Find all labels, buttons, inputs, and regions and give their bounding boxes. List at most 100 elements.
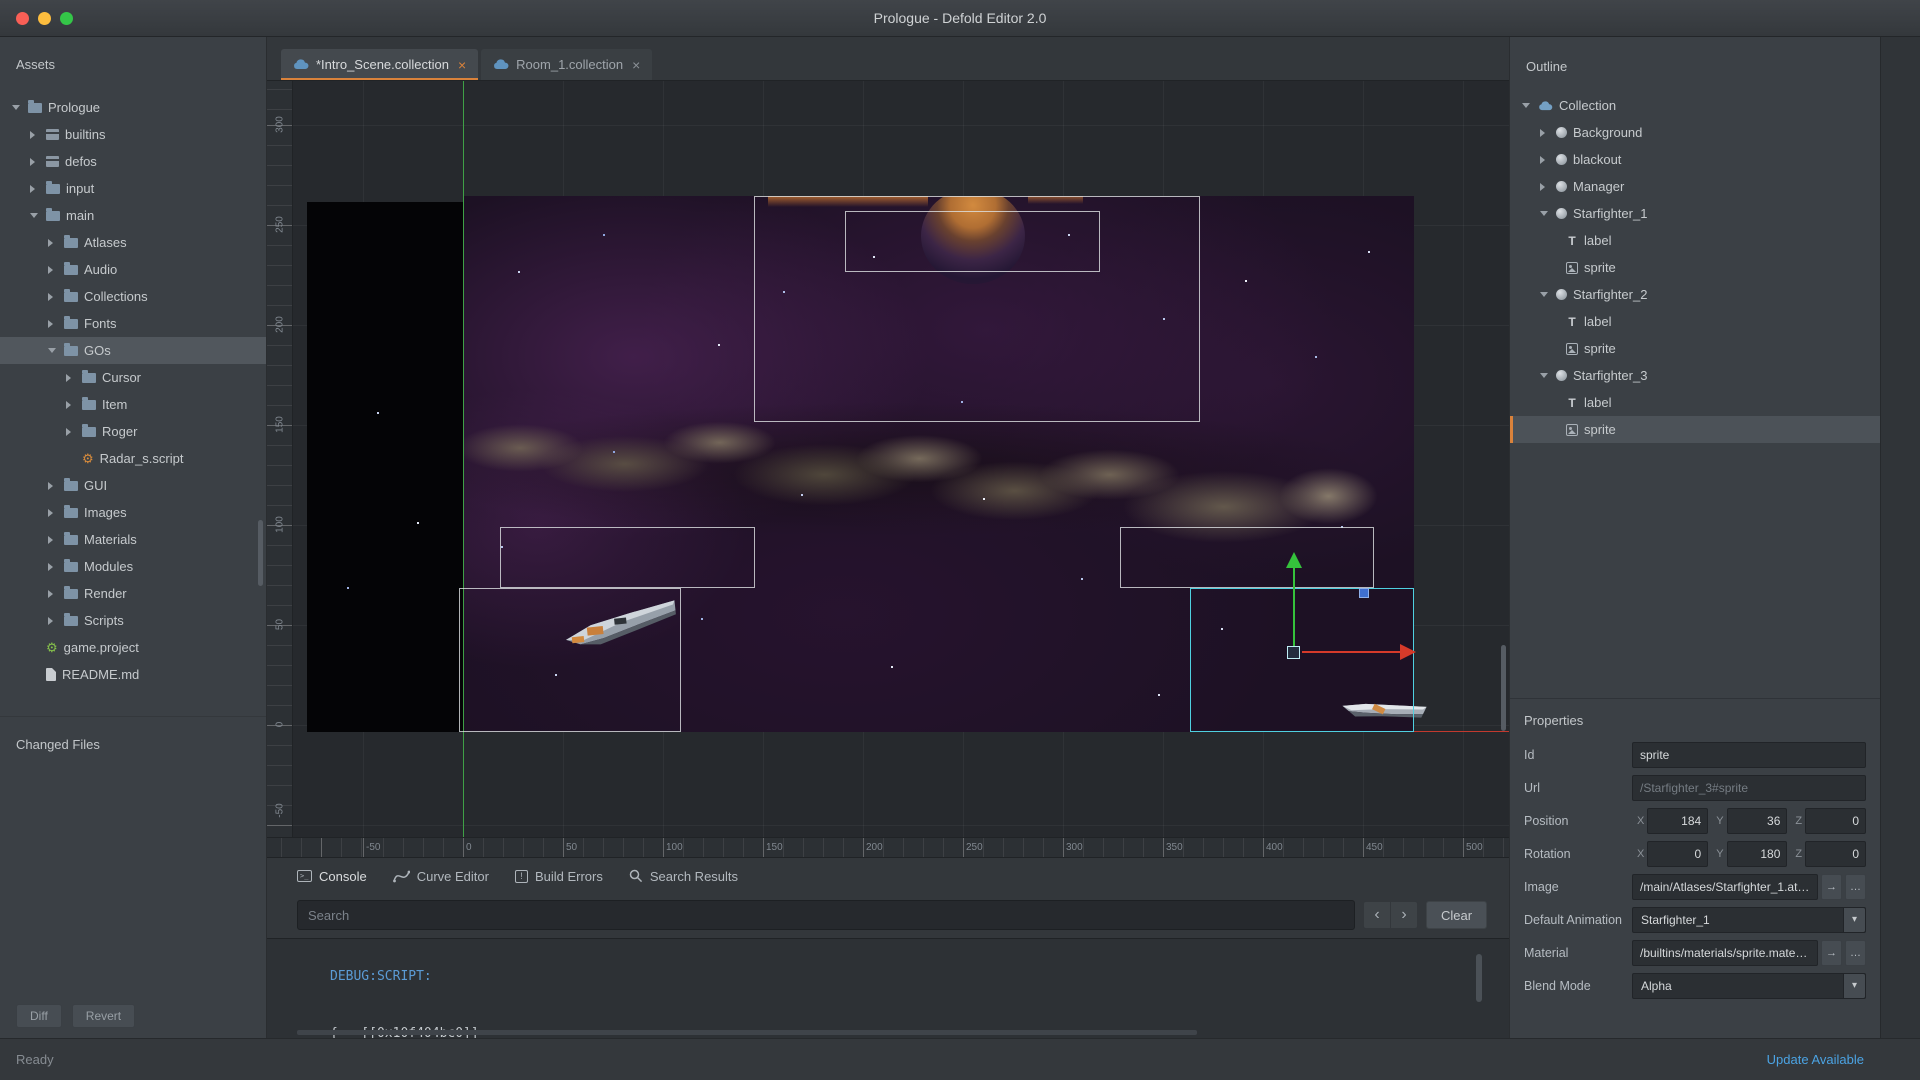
tab-room-1[interactable]: Room_1.collection × bbox=[481, 49, 652, 80]
chevron-down-icon[interactable]: ▾ bbox=[1843, 908, 1865, 932]
expand-arrow-icon[interactable] bbox=[30, 213, 40, 218]
gizmo-x-arrow-icon[interactable] bbox=[1400, 644, 1416, 660]
clear-button[interactable]: Clear bbox=[1426, 901, 1487, 929]
outline-item-starfighter-3[interactable]: Starfighter_3 bbox=[1510, 362, 1880, 389]
outline-item-sprite[interactable]: sprite bbox=[1510, 254, 1880, 281]
object-bounds-right[interactable] bbox=[1120, 527, 1374, 588]
outline-item-blackout[interactable]: blackout bbox=[1510, 146, 1880, 173]
asset-item-main[interactable]: main bbox=[0, 202, 266, 229]
selected-object-bounds[interactable] bbox=[1190, 588, 1414, 732]
asset-item-game-project[interactable]: ⚙game.project bbox=[0, 634, 266, 661]
update-available-link[interactable]: Update Available bbox=[1767, 1052, 1864, 1067]
close-window-button[interactable] bbox=[16, 12, 29, 25]
rotation-x-field[interactable] bbox=[1647, 841, 1708, 867]
outline-item-label[interactable]: Tlabel bbox=[1510, 227, 1880, 254]
rotation-z-field[interactable] bbox=[1805, 841, 1866, 867]
asset-item-modules[interactable]: Modules bbox=[0, 553, 266, 580]
expand-arrow-icon[interactable] bbox=[48, 348, 58, 353]
expand-arrow-icon[interactable] bbox=[48, 293, 58, 301]
browse-resource-button[interactable]: … bbox=[1845, 940, 1866, 966]
console-horizontal-scrollbar[interactable] bbox=[297, 1030, 1197, 1035]
expand-arrow-icon[interactable] bbox=[48, 239, 58, 247]
expand-arrow-icon[interactable] bbox=[48, 482, 58, 490]
blend-mode-select[interactable]: Alpha ▾ bbox=[1632, 973, 1866, 999]
expand-arrow-icon[interactable] bbox=[48, 320, 58, 328]
outline-item-starfighter-2[interactable]: Starfighter_2 bbox=[1510, 281, 1880, 308]
asset-item-images[interactable]: Images bbox=[0, 499, 266, 526]
scene-viewport[interactable]: 300 250 200 150 100 50 0 -50 -50 0 50 10… bbox=[267, 81, 1509, 857]
expand-arrow-icon[interactable] bbox=[48, 266, 58, 274]
asset-item-item[interactable]: Item bbox=[0, 391, 266, 418]
tab-build-errors[interactable]: Build Errors bbox=[515, 869, 603, 884]
tab-console[interactable]: Console bbox=[297, 869, 367, 884]
asset-item-defos[interactable]: defos bbox=[0, 148, 266, 175]
outline-item-background[interactable]: Background bbox=[1510, 119, 1880, 146]
expand-arrow-icon[interactable] bbox=[66, 401, 76, 409]
search-prev-button[interactable]: ‹ bbox=[1363, 901, 1391, 929]
browse-resource-button[interactable]: … bbox=[1845, 874, 1866, 900]
asset-item-fonts[interactable]: Fonts bbox=[0, 310, 266, 337]
search-next-button[interactable]: › bbox=[1390, 901, 1418, 929]
close-tab-icon[interactable]: × bbox=[458, 57, 466, 73]
expand-arrow-icon[interactable] bbox=[48, 563, 58, 571]
tab-intro-scene[interactable]: *Intro_Scene.collection × bbox=[281, 49, 478, 80]
gizmo-y-axis-handle[interactable] bbox=[1293, 568, 1295, 646]
outline-item-starfighter-1[interactable]: Starfighter_1 bbox=[1510, 200, 1880, 227]
console-output[interactable]: DEBUG:SCRIPT: { --[[0x10f404bc0]] 1 = ha… bbox=[267, 938, 1509, 1038]
minimize-window-button[interactable] bbox=[38, 12, 51, 25]
diff-button[interactable]: Diff bbox=[16, 1004, 62, 1028]
default-animation-select[interactable]: Starfighter_1 ▾ bbox=[1632, 907, 1866, 933]
open-resource-button[interactable]: → bbox=[1821, 874, 1842, 900]
expand-arrow-icon[interactable] bbox=[1540, 292, 1550, 297]
asset-item-collections[interactable]: Collections bbox=[0, 283, 266, 310]
expand-arrow-icon[interactable] bbox=[48, 617, 58, 625]
position-x-field[interactable] bbox=[1647, 808, 1708, 834]
asset-item-gui[interactable]: GUI bbox=[0, 472, 266, 499]
outline-item-sprite-selected[interactable]: sprite bbox=[1510, 416, 1880, 443]
viewport-scrollbar[interactable] bbox=[1501, 645, 1506, 731]
zoom-window-button[interactable] bbox=[60, 12, 73, 25]
expand-arrow-icon[interactable] bbox=[66, 374, 76, 382]
expand-arrow-icon[interactable] bbox=[1522, 103, 1532, 108]
search-input[interactable] bbox=[297, 900, 1355, 930]
asset-item-gos[interactable]: GOs bbox=[0, 337, 266, 364]
expand-arrow-icon[interactable] bbox=[1540, 373, 1550, 378]
gizmo-x-axis-handle[interactable] bbox=[1302, 651, 1400, 653]
expand-arrow-icon[interactable] bbox=[1540, 183, 1550, 191]
expand-arrow-icon[interactable] bbox=[12, 105, 22, 110]
outline-item-manager[interactable]: Manager bbox=[1510, 173, 1880, 200]
asset-item-audio[interactable]: Audio bbox=[0, 256, 266, 283]
asset-item-prologue[interactable]: Prologue bbox=[0, 94, 266, 121]
asset-item-materials[interactable]: Materials bbox=[0, 526, 266, 553]
outline-item-collection[interactable]: Collection bbox=[1510, 92, 1880, 119]
position-y-field[interactable] bbox=[1727, 808, 1788, 834]
expand-arrow-icon[interactable] bbox=[1540, 129, 1550, 137]
asset-item-roger[interactable]: Roger bbox=[0, 418, 266, 445]
gizmo-origin-handle[interactable] bbox=[1287, 646, 1300, 659]
close-tab-icon[interactable]: × bbox=[632, 57, 640, 73]
tab-curve-editor[interactable]: Curve Editor bbox=[393, 869, 489, 884]
revert-button[interactable]: Revert bbox=[72, 1004, 135, 1028]
object-bounds-planet[interactable] bbox=[845, 211, 1100, 272]
expand-arrow-icon[interactable] bbox=[1540, 211, 1550, 216]
asset-item-cursor[interactable]: Cursor bbox=[0, 364, 266, 391]
scene-blackout-region[interactable] bbox=[307, 202, 463, 732]
assets-scrollbar[interactable] bbox=[258, 520, 263, 586]
outline-item-sprite[interactable]: sprite bbox=[1510, 335, 1880, 362]
gizmo-y-arrow-icon[interactable] bbox=[1286, 552, 1302, 568]
expand-arrow-icon[interactable] bbox=[48, 509, 58, 517]
id-field[interactable] bbox=[1632, 742, 1866, 768]
outline-item-label[interactable]: Tlabel bbox=[1510, 389, 1880, 416]
open-resource-button[interactable]: → bbox=[1821, 940, 1842, 966]
sprite-anchor-handle[interactable] bbox=[1359, 588, 1369, 598]
expand-arrow-icon[interactable] bbox=[48, 536, 58, 544]
outline-item-label[interactable]: Tlabel bbox=[1510, 308, 1880, 335]
console-vertical-scrollbar[interactable] bbox=[1476, 954, 1482, 1002]
image-field[interactable] bbox=[1632, 874, 1818, 900]
asset-item-render[interactable]: Render bbox=[0, 580, 266, 607]
asset-item-atlases[interactable]: Atlases bbox=[0, 229, 266, 256]
position-z-field[interactable] bbox=[1805, 808, 1866, 834]
asset-item-scripts[interactable]: Scripts bbox=[0, 607, 266, 634]
asset-item-radar-script[interactable]: ⚙Radar_s.script bbox=[0, 445, 266, 472]
object-bounds-left[interactable] bbox=[500, 527, 755, 588]
